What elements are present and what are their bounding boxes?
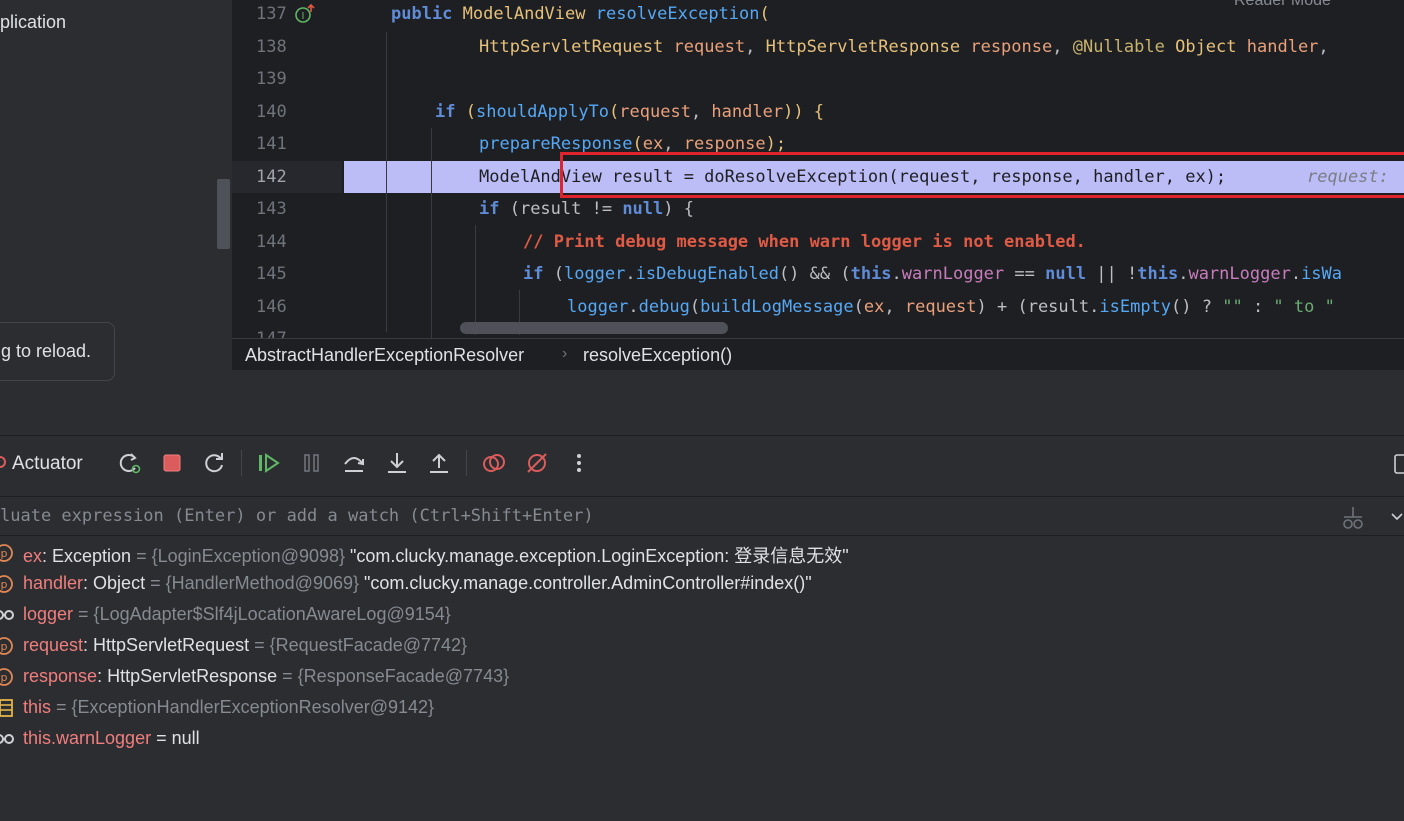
panel-divider[interactable] [0,370,1404,436]
add-watch-icon[interactable] [1340,505,1366,531]
svg-text:p: p [1,671,8,684]
svg-text:p: p [1,578,8,591]
pause-icon [304,454,319,472]
step-over-button[interactable] [341,450,367,476]
breadcrumb-chevron-icon: › [562,345,568,362]
parameter-icon: p [0,544,13,562]
view-breakpoints-button[interactable] [481,450,507,476]
debug-tool-window: Actuator luate expression (Enter) or add… [0,436,1404,821]
svg-text:p: p [1,547,8,560]
variable-row[interactable]: this.warnLogger = null [0,724,1404,755]
line-number: 140 [256,102,287,122]
toolbar-separator [466,450,467,476]
variable-row[interactable]: p response: HttpServletResponse = {Respo… [0,662,1404,693]
debug-session-icon [0,456,6,468]
line-number: 138 [256,37,287,57]
code-line-138: HttpServletRequest request, HttpServletR… [479,37,1339,57]
watch-glasses-icon [0,734,14,744]
variable-row[interactable]: p request: HttpServletRequest = {Request… [0,631,1404,662]
evaluate-expression-input[interactable] [0,497,1320,535]
toolbar-separator [241,450,242,476]
code-line-145: if (logger.isDebugEnabled() && (this.war… [523,264,1343,284]
rerun-button[interactable] [201,450,227,476]
code-area[interactable]: public ModelAndView resolveException( Ht… [344,0,1404,338]
list-icon [0,699,13,717]
rerun-icon [205,453,223,473]
line-number-current: 142 [256,167,287,187]
line-number: 145 [256,264,287,284]
variable-row[interactable]: p ex: Exception = {LoginException@9098} … [0,538,1404,569]
more-vertical-icon [577,454,581,472]
line-number: 141 [256,134,287,154]
code-editor[interactable]: Reader Mode 137 I 138 139 140 141 142 14… [232,0,1404,368]
stop-button[interactable] [159,450,185,476]
code-line-140: if (shouldApplyTo(request, handler)) { [435,102,825,122]
line-number: 139 [256,69,287,89]
editor-horizontal-scrollbar[interactable] [460,322,728,334]
line-number: 144 [256,232,287,252]
debug-session-tab[interactable]: Actuator [12,453,83,475]
step-over-icon [344,457,364,472]
debug-toolbar: Actuator [0,436,1404,492]
chevron-down-icon[interactable] [1390,511,1404,523]
breadcrumb: AbstractHandlerExceptionResolver › resol… [232,338,1404,370]
project-scrollbar[interactable] [217,179,230,249]
step-into-icon [388,453,406,473]
mute-breakpoints-button[interactable] [524,450,550,476]
rerun-debug-icon [119,453,141,474]
resume-icon [259,453,280,473]
step-out-button[interactable] [426,450,452,476]
resume-button[interactable] [256,450,282,476]
indent-guide [475,225,476,335]
project-tree-item[interactable]: plication [0,12,66,33]
rerun-debug-button[interactable] [116,450,142,476]
breadcrumb-class[interactable]: AbstractHandlerExceptionResolver [245,345,524,366]
step-out-icon [430,453,448,473]
line-number: 143 [256,199,287,219]
svg-text:p: p [1,640,8,653]
code-line-144: // Print debug message when warn logger … [523,232,1086,252]
parameter-icon: p [0,637,13,655]
evaluate-bar [0,496,1404,536]
annotation-red-box [560,152,1404,198]
svg-text:I: I [302,11,305,22]
variable-row[interactable]: this = {ExceptionHandlerExceptionResolve… [0,693,1404,724]
project-panel: plication [0,0,232,368]
view-breakpoints-icon [483,454,505,472]
variable-row[interactable]: logger = {LogAdapter$Slf4jLocationAwareL… [0,600,1404,631]
implements-icon[interactable]: I [294,3,318,25]
reload-notification-text: g to reload. [1,341,92,361]
parameter-icon: p [0,575,13,593]
reload-notification[interactable]: g to reload. [0,322,115,381]
stop-icon [163,454,181,472]
code-line-137: public ModelAndView resolveException( [391,4,770,24]
indent-guide [431,128,432,338]
layout-icon[interactable] [1394,454,1404,474]
more-options-button[interactable] [566,450,592,476]
breadcrumb-method[interactable]: resolveException() [583,345,732,366]
mute-breakpoints-icon [527,453,547,473]
line-number: 146 [256,297,287,317]
variable-row[interactable]: p handler: Object = {HandlerMethod@9069}… [0,569,1404,600]
step-into-button[interactable] [384,450,410,476]
watch-glasses-icon [0,610,14,620]
editor-gutter[interactable]: 137 I 138 139 140 141 142 143 144 145 14… [232,0,342,349]
pause-button[interactable] [299,450,325,476]
indent-guide [386,32,387,332]
parameter-icon: p [0,668,13,686]
code-line-146: logger.debug(buildLogMessage(ex, request… [567,297,1335,317]
